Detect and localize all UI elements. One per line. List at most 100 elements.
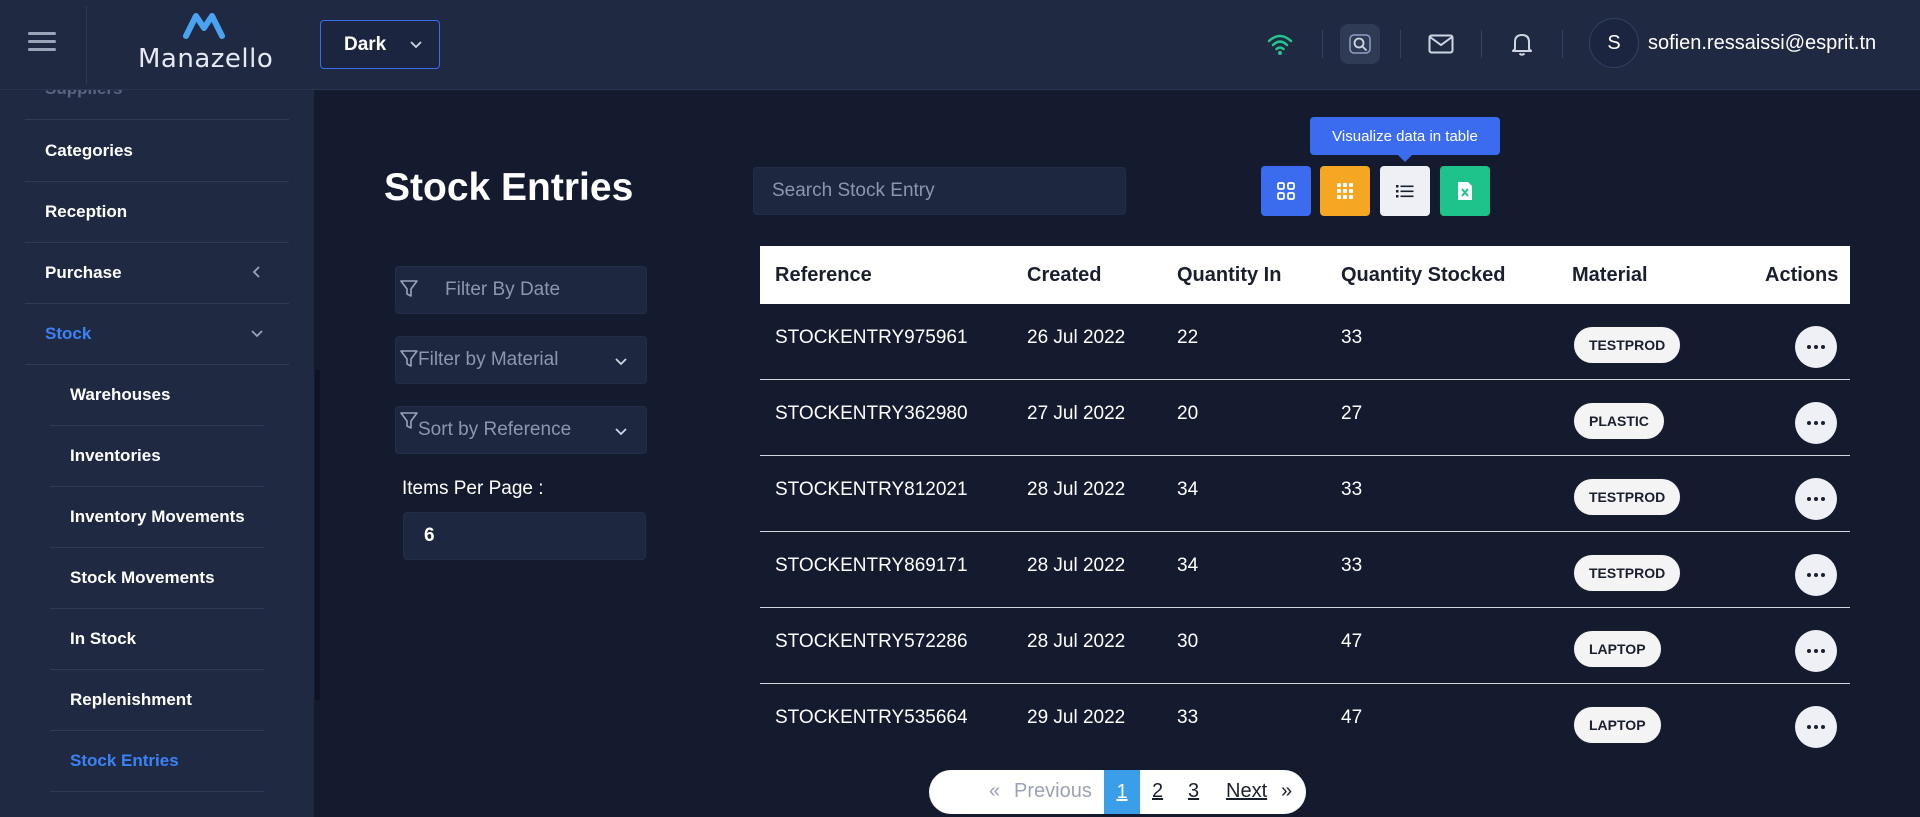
cell-quantity-stocked: 33 — [1341, 479, 1363, 500]
table-header: Reference Created Quantity In Quantity S… — [760, 246, 1850, 304]
column-header-material[interactable]: Material — [1572, 264, 1648, 287]
filter-icon — [400, 412, 418, 429]
row-actions-button[interactable] — [1795, 478, 1837, 520]
row-actions-button[interactable] — [1795, 630, 1837, 672]
table-row[interactable]: STOCKENTRY812021 28 Jul 2022 34 33 TESTP… — [760, 456, 1850, 532]
chevron-down-icon — [615, 358, 627, 366]
search-input[interactable] — [753, 167, 1126, 215]
more-horizontal-icon — [1807, 573, 1825, 577]
row-actions-button[interactable] — [1795, 706, 1837, 748]
table-view-button[interactable] — [1380, 166, 1430, 216]
logo-text: Manazello — [138, 44, 274, 74]
sidebar-item-stock[interactable]: Stock — [25, 304, 289, 365]
sidebar-item-label: Purchase — [45, 263, 122, 282]
sidebar-item-warehouses[interactable]: Warehouses — [50, 365, 264, 426]
column-header-created[interactable]: Created — [1027, 264, 1101, 287]
pagination: « Previous 1 2 3 Next » — [929, 770, 1306, 814]
chevron-down-icon — [251, 330, 263, 338]
sidebar-item-inventory-movements[interactable]: Inventory Movements — [50, 487, 264, 548]
user-avatar[interactable]: S — [1589, 18, 1639, 68]
chevron-left-icon — [252, 266, 260, 278]
sidebar-item-stock-movements[interactable]: Stock Movements — [50, 548, 264, 609]
sidebar-item-suppliers[interactable]: Suppliers — [25, 90, 289, 120]
sort-select[interactable]: Sort by Reference — [395, 406, 647, 454]
sidebar-scrollbar[interactable] — [315, 370, 320, 700]
more-horizontal-icon — [1807, 497, 1825, 501]
cell-quantity-in: 22 — [1177, 327, 1199, 348]
filter-by-date[interactable]: Filter By Date — [395, 266, 647, 314]
sidebar-item-categories[interactable]: Categories — [25, 121, 289, 182]
cell-created: 26 Jul 2022 — [1027, 327, 1126, 348]
pagination-prev-arrow: « — [989, 780, 1001, 802]
sidebar-item-in-stock[interactable]: In Stock — [50, 609, 264, 670]
grid-view-button[interactable] — [1261, 166, 1311, 216]
sidebar-item-inventories[interactable]: Inventories — [50, 426, 264, 487]
cell-quantity-stocked: 47 — [1341, 631, 1363, 652]
material-badge: TESTPROD — [1573, 478, 1682, 516]
sidebar-item-label: Stock — [45, 324, 92, 343]
more-horizontal-icon — [1807, 421, 1825, 425]
table-row[interactable]: STOCKENTRY975961 26 Jul 2022 22 33 TESTP… — [760, 304, 1850, 380]
pagination-page-2[interactable]: 2 — [1152, 780, 1163, 803]
filter-by-date-placeholder: Filter By Date — [445, 279, 561, 300]
page-title: Stock Entries — [384, 166, 634, 209]
row-actions-button[interactable] — [1795, 326, 1837, 368]
items-per-page-input[interactable] — [403, 512, 646, 560]
table-row[interactable]: STOCKENTRY535664 29 Jul 2022 33 47 LAPTO… — [760, 684, 1850, 760]
export-excel-button[interactable] — [1440, 166, 1490, 216]
material-badge: PLASTIC — [1573, 402, 1665, 440]
compact-grid-view-button[interactable] — [1320, 166, 1370, 216]
sidebar-item-stock-entries[interactable]: Stock Entries — [50, 731, 264, 792]
column-header-reference[interactable]: Reference — [775, 264, 872, 287]
pagination-next[interactable]: Next — [1226, 780, 1267, 803]
cell-created: 29 Jul 2022 — [1027, 707, 1126, 728]
more-horizontal-icon — [1807, 725, 1825, 729]
cell-reference: STOCKENTRY535664 — [775, 707, 968, 728]
more-horizontal-icon — [1807, 345, 1825, 349]
logo-mark-icon — [183, 13, 225, 39]
app-logo[interactable]: Manazello — [138, 10, 274, 80]
filter-by-material-select[interactable]: Filter by Material — [395, 336, 647, 384]
wifi-icon — [1260, 24, 1300, 64]
filter-icon — [400, 350, 418, 367]
header-separator — [1400, 30, 1401, 58]
column-header-actions: Actions — [1765, 264, 1839, 286]
cell-reference: STOCKENTRY869171 — [775, 555, 968, 576]
pagination-page-1[interactable]: 1 — [1104, 770, 1140, 814]
sidebar-item-purchase[interactable]: Purchase — [25, 243, 289, 304]
row-actions-button[interactable] — [1795, 554, 1837, 596]
search-icon[interactable] — [1340, 24, 1380, 64]
bell-icon[interactable] — [1502, 24, 1542, 64]
cell-reference: STOCKENTRY975961 — [775, 327, 968, 348]
cell-reference: STOCKENTRY362980 — [775, 403, 968, 424]
cell-reference: STOCKENTRY572286 — [775, 631, 968, 652]
pagination-previous[interactable]: Previous — [1014, 780, 1092, 803]
header-divider — [86, 6, 87, 84]
cell-quantity-stocked: 47 — [1341, 707, 1363, 728]
material-badge: TESTPROD — [1573, 326, 1682, 364]
sort-select-value: Sort by Reference — [418, 419, 572, 440]
material-badge: LAPTOP — [1573, 706, 1662, 744]
row-actions-button[interactable] — [1795, 402, 1837, 444]
pagination-next-arrow[interactable]: » — [1281, 780, 1292, 803]
theme-select[interactable]: Dark — [320, 20, 440, 69]
cell-quantity-stocked: 27 — [1341, 403, 1363, 424]
table-row[interactable]: STOCKENTRY572286 28 Jul 2022 30 47 LAPTO… — [760, 608, 1850, 684]
material-badge: TESTPROD — [1573, 554, 1682, 592]
cell-quantity-in: 30 — [1177, 631, 1199, 652]
column-header-quantity-stocked[interactable]: Quantity Stocked — [1341, 264, 1505, 287]
pagination-page-3[interactable]: 3 — [1188, 780, 1199, 803]
sidebar-item-replenishment[interactable]: Replenishment — [50, 670, 264, 731]
column-header-quantity-in[interactable]: Quantity In — [1177, 264, 1281, 287]
mail-icon[interactable] — [1421, 24, 1461, 64]
header-separator — [1481, 30, 1482, 58]
top-header: Manazello Dark S sofien.ressaissi@esprit… — [0, 0, 1920, 90]
menu-toggle-icon[interactable] — [28, 32, 56, 54]
table-row[interactable]: STOCKENTRY869171 28 Jul 2022 34 33 TESTP… — [760, 532, 1850, 608]
chevron-down-icon — [410, 41, 422, 49]
cell-quantity-in: 34 — [1177, 479, 1199, 500]
table-row[interactable]: STOCKENTRY362980 27 Jul 2022 20 27 PLAST… — [760, 380, 1850, 456]
grid-2x2-icon — [1277, 182, 1295, 200]
sidebar-item-reception[interactable]: Reception — [25, 182, 289, 243]
user-email[interactable]: sofien.ressaissi@esprit.tn — [1648, 32, 1876, 55]
